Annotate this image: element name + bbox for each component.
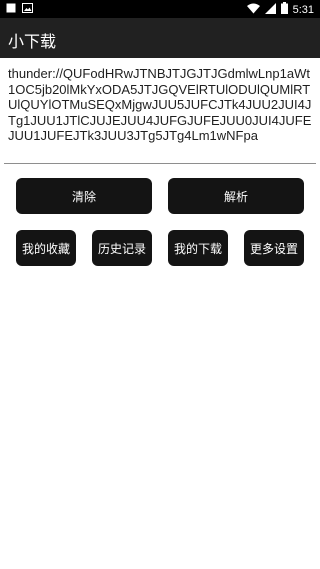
battery-icon: [280, 2, 288, 17]
favorites-button[interactable]: 我的收藏: [16, 230, 76, 266]
status-bar: 5:31: [0, 0, 320, 18]
history-button[interactable]: 历史记录: [92, 230, 152, 266]
wifi-icon: [246, 3, 260, 17]
parse-button[interactable]: 解析: [168, 178, 304, 214]
signal-icon: [264, 2, 276, 17]
app-toolbar: 小下载: [0, 18, 320, 58]
settings-button[interactable]: 更多设置: [244, 230, 304, 266]
clear-button[interactable]: 清除: [16, 178, 152, 214]
app-title: 小下载: [8, 32, 57, 51]
image-icon: [22, 3, 33, 16]
input-underline: [4, 163, 316, 164]
downloads-button[interactable]: 我的下载: [168, 230, 228, 266]
notification-square-icon: [6, 3, 16, 16]
url-input[interactable]: thunder://QUFodHRwJTNBJTJGJTJGdmlwLnp1aW…: [8, 66, 316, 162]
status-time: 5:31: [292, 3, 314, 16]
